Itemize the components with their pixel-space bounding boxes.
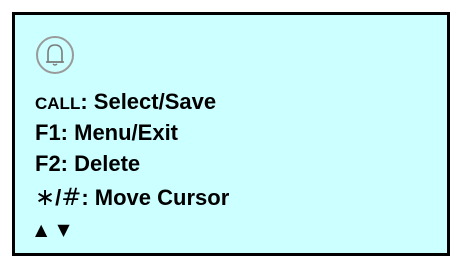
call-key-label: CALL (35, 94, 81, 113)
call-key-separator: : (80, 89, 94, 114)
hash-key-symbol: # (61, 183, 82, 211)
key-help-panel: CALL: Select/Save F1: Menu/Exit F2: Dele… (12, 12, 450, 256)
f1-key-line: F1: Menu/Exit (35, 120, 179, 145)
cursor-key-line: ∗/#: Move Cursor (35, 184, 229, 211)
down-arrow-icon: ▼ (57, 220, 70, 239)
f2-key-line: F2: Delete (35, 151, 141, 176)
bell-icon (36, 36, 74, 74)
call-key-line: CALL: Select/Save (35, 89, 216, 117)
up-arrow-icon: ▲ (35, 220, 48, 239)
cursor-key-description: : Move Cursor (81, 185, 230, 210)
call-key-description: Select/Save (93, 89, 217, 114)
star-key-symbol: ∗ (35, 183, 56, 211)
scroll-arrows: ▲ ▼ (35, 221, 80, 239)
